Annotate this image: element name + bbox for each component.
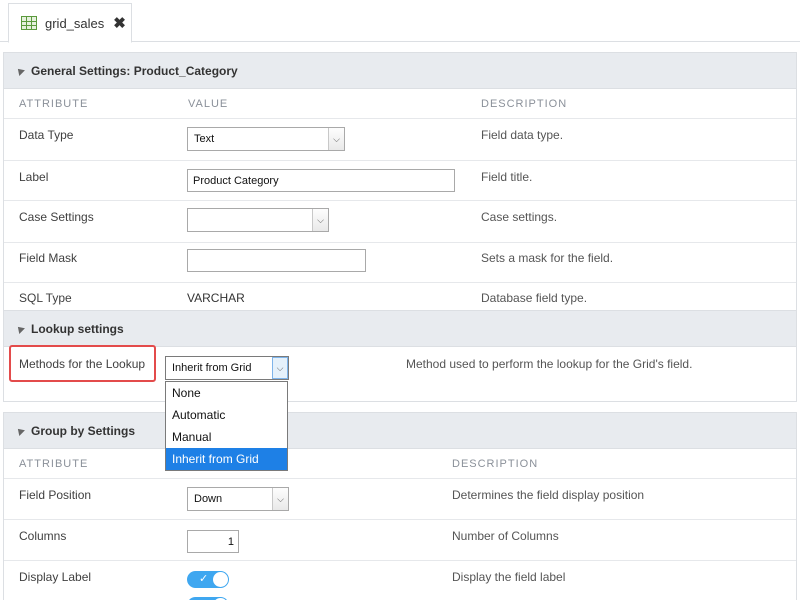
general-settings-header[interactable]: General Settings: Product_Category — [4, 53, 796, 89]
general-column-headers: ATTRIBUTE VALUE DESCRIPTION — [4, 89, 796, 119]
row-case-settings: Case Settings ⌵ Case settings. — [4, 201, 796, 243]
row-columns: Columns 1 Number of Columns — [4, 520, 796, 561]
dropdown-option-inherit-from-grid[interactable]: Inherit from Grid — [166, 448, 287, 470]
data-type-label: Data Type — [19, 128, 74, 142]
attribute-header: ATTRIBUTE — [19, 458, 89, 470]
lookup-settings-header[interactable]: Lookup settings — [4, 311, 796, 347]
field-position-value: Down — [194, 493, 223, 505]
toggle-knob — [213, 572, 228, 587]
field-position-description: Determines the field display position — [452, 488, 645, 502]
general-settings-title: General Settings: Product_Category — [31, 63, 238, 78]
display-label-toggle[interactable]: ✓ — [187, 571, 229, 588]
columns-description: Number of Columns — [452, 529, 559, 543]
check-icon: ✓ — [199, 573, 209, 585]
description-header: DESCRIPTION — [452, 458, 539, 470]
dropdown-option-none[interactable]: None — [166, 382, 287, 404]
chevron-down-icon: ⌵ — [312, 209, 328, 231]
dropdown-option-manual[interactable]: Manual — [166, 426, 287, 448]
lookup-method-select[interactable]: Inherit from Grid ⌵ — [165, 356, 289, 380]
case-settings-select[interactable]: ⌵ — [187, 208, 329, 232]
grid-table-icon — [21, 16, 37, 30]
sql-type-value: VARCHAR — [187, 291, 245, 305]
sql-type-label: SQL Type — [19, 291, 72, 305]
chevron-down-icon: ⌵ — [328, 128, 344, 150]
groupby-settings-header[interactable]: Group by Settings — [4, 413, 796, 449]
tab-label: grid_sales — [45, 15, 105, 31]
label-input-value: Product Category — [193, 174, 279, 187]
sql-type-description: Database field type. — [481, 291, 588, 305]
lookup-method-value: Inherit from Grid — [172, 362, 252, 374]
lookup-settings-title: Lookup settings — [31, 321, 124, 336]
row-label: Label Product Category Field title. — [4, 161, 796, 201]
value-header: VALUE — [188, 98, 229, 110]
data-type-description: Field data type. — [481, 128, 564, 142]
chevron-down-icon: ⌵ — [272, 488, 288, 510]
display-label-label: Display Label — [19, 570, 92, 584]
collapse-triangle-icon — [15, 65, 25, 76]
display-label-description: Display the field label — [452, 570, 566, 584]
lookup-method-dropdown[interactable]: None Automatic Manual Inherit from Grid — [165, 381, 288, 471]
case-settings-label: Case Settings — [19, 210, 94, 224]
field-mask-input[interactable] — [187, 249, 366, 272]
label-description: Field title. — [481, 170, 533, 184]
row-display-label: Display Label ✓ Display the field label — [4, 561, 796, 600]
collapse-triangle-icon — [15, 323, 25, 334]
groupby-settings-title: Group by Settings — [31, 423, 136, 438]
attribute-header: ATTRIBUTE — [19, 98, 89, 110]
groupby-settings-panel: Group by Settings ATTRIBUTE DESCRIPTION … — [3, 412, 797, 600]
label-input[interactable]: Product Category — [187, 169, 455, 192]
row-sql-type: SQL Type VARCHAR Database field type. — [4, 283, 796, 310]
field-mask-description: Sets a mask for the field. — [481, 251, 614, 265]
row-field-mask: Field Mask Sets a mask for the field. — [4, 243, 796, 283]
dropdown-option-automatic[interactable]: Automatic — [166, 404, 287, 426]
label-label: Label — [19, 170, 49, 184]
close-icon[interactable]: ✖ — [113, 16, 126, 31]
field-position-label: Field Position — [19, 488, 92, 502]
groupby-column-headers: ATTRIBUTE DESCRIPTION — [4, 449, 796, 479]
row-data-type: Data Type Text ⌵ Field data type. — [4, 119, 796, 161]
collapse-triangle-icon — [15, 425, 25, 436]
lookup-method-description: Method used to perform the lookup for th… — [406, 357, 693, 371]
case-settings-description: Case settings. — [481, 210, 558, 224]
columns-value: 1 — [227, 535, 234, 548]
data-type-value: Text — [194, 133, 215, 145]
data-type-select[interactable]: Text ⌵ — [187, 127, 345, 151]
columns-input[interactable]: 1 — [187, 530, 239, 553]
columns-label: Columns — [19, 529, 67, 543]
general-settings-panel: General Settings: Product_Category ATTRI… — [3, 52, 797, 311]
tab-bar: grid_sales ✖ — [0, 0, 800, 43]
description-header: DESCRIPTION — [481, 98, 568, 110]
chevron-down-icon: ⌵ — [272, 357, 288, 379]
field-mask-label: Field Mask — [19, 251, 78, 265]
tab-grid-sales[interactable]: grid_sales ✖ — [8, 3, 132, 43]
field-position-select[interactable]: Down ⌵ — [187, 487, 289, 511]
row-field-position: Field Position Down ⌵ Determines the fie… — [4, 479, 796, 520]
lookup-highlight-box — [9, 345, 156, 382]
